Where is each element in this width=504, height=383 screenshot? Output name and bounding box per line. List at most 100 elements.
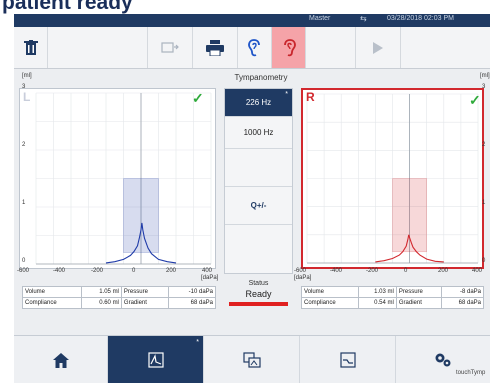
delete-button[interactable]: [14, 27, 48, 68]
table-row: Volume 1.05 ml Pressure -10 daPa: [21, 286, 217, 298]
left-xtick-400: 400: [202, 268, 213, 274]
left-x-unit: [daPa]: [201, 275, 219, 281]
export-button[interactable]: [148, 27, 193, 68]
left-check-icon: ✓: [192, 90, 204, 106]
right-ytick-1: 1: [482, 200, 486, 206]
export-icon: [161, 41, 179, 53]
right-ytick-2: 2: [482, 142, 486, 148]
page-banner: patient ready: [0, 0, 504, 14]
left-ear-icon: [247, 38, 260, 56]
play-button[interactable]: [356, 27, 401, 68]
nav-home[interactable]: [14, 336, 108, 383]
pressure-label: Pressure: [120, 286, 169, 298]
nav-curve[interactable]: [300, 336, 396, 383]
status-bar: Master ⇆ 03/28/2018 02:03 PM: [14, 14, 490, 27]
tympanometry-title: Tympanometry: [234, 73, 288, 82]
settings-icon: [435, 353, 451, 367]
nav-active-marker: *: [196, 339, 199, 346]
empty-slot-1: [225, 149, 292, 187]
brand-label: touchTymp: [456, 370, 486, 376]
right-xtick-0: 0: [404, 268, 408, 274]
left-ear-button[interactable]: [238, 27, 272, 68]
right-xtick-600n: -600: [294, 268, 307, 274]
volume-label: Volume: [21, 286, 83, 298]
right-ytick-0: 0: [482, 258, 486, 264]
frequency-panel: 226 Hz * 1000 Hz Q+/-: [224, 88, 293, 274]
right-y-unit: [ml]: [480, 73, 490, 79]
nav-compare[interactable]: [204, 336, 300, 383]
curve-icon: [339, 352, 356, 368]
right-xtick-400: 400: [472, 268, 483, 274]
toolbar: [14, 27, 490, 69]
left-ytick-1: 1: [22, 200, 26, 206]
mode-label: Master: [309, 15, 331, 22]
left-ear-chart-panel: [19, 88, 216, 269]
table-row: Volume 1.03 ml Pressure -8 daPa: [301, 286, 485, 298]
right-xtick-200n: -200: [366, 268, 379, 274]
compliance-value: 0.60 ml: [81, 297, 122, 309]
play-icon: [373, 41, 383, 54]
home-icon: [52, 352, 69, 368]
left-xtick-200: 200: [166, 268, 177, 274]
left-xtick-400n: -400: [53, 268, 66, 274]
banner-text: patient ready: [2, 0, 133, 14]
volume-value: 1.03 ml: [357, 286, 397, 298]
gradient-value: 68 daPa: [167, 297, 217, 309]
pressure-value: -10 daPa: [167, 286, 217, 298]
normal-region: [392, 178, 428, 253]
gradient-value: 68 daPa: [440, 297, 485, 309]
right-check-icon: ✓: [469, 92, 481, 108]
right-xtick-200: 200: [438, 268, 449, 274]
left-y-unit: [ml]: [22, 73, 32, 79]
right-xtick-400n: -400: [330, 268, 343, 274]
pressure-label: Pressure: [395, 286, 442, 298]
empty-slot-2: [225, 225, 292, 273]
right-ytick-3: 3: [482, 84, 486, 90]
volume-value: 1.05 ml: [81, 286, 122, 298]
table-row: Compliance 0.54 ml Gradient 68 daPa: [301, 297, 485, 309]
left-measurements: Volume 1.05 ml Pressure -10 daPa Complia…: [21, 286, 217, 309]
left-ear-tag: L: [23, 90, 31, 104]
pressure-value: -8 daPa: [440, 286, 485, 298]
right-ear-button[interactable]: [272, 27, 306, 68]
compliance-label: Compliance: [21, 297, 83, 309]
freq-1000-label: 1000 Hz: [243, 128, 274, 137]
left-ear-chart: [35, 92, 212, 265]
usb-icon: ⇆: [360, 14, 367, 23]
trash-icon: [23, 39, 38, 55]
normal-region: [123, 178, 159, 253]
zoom-button[interactable]: Q+/-: [225, 187, 292, 225]
right-ear-chart-panel: [301, 88, 484, 269]
table-row: Compliance 0.60 ml Gradient 68 daPa: [21, 297, 217, 309]
device-screen: Master ⇆ 03/28/2018 02:03 PM [ml] L ✓ 3 …: [14, 14, 490, 383]
toolbar-spacer-3: [401, 27, 490, 68]
compare-icon: [242, 352, 261, 368]
right-ear-tag: R: [306, 90, 315, 104]
freq-226-marker: *: [285, 91, 288, 98]
left-ytick-3: 3: [22, 84, 26, 90]
left-xtick-0: 0: [132, 268, 136, 274]
tympanometry-icon: [147, 352, 164, 368]
printer-icon: [206, 39, 224, 56]
zoom-icon: Q+/-: [250, 201, 267, 210]
bottom-nav: *: [14, 335, 490, 383]
left-ytick-2: 2: [22, 142, 26, 148]
freq-226-button[interactable]: 226 Hz *: [225, 89, 292, 117]
nav-tympanometry[interactable]: *: [108, 336, 204, 383]
status-value: Ready: [245, 289, 272, 299]
left-ytick-0: 0: [22, 258, 26, 264]
right-x-unit: [daPa]: [294, 275, 312, 281]
right-ear-chart: [306, 93, 479, 264]
left-xtick-600n: -600: [17, 268, 30, 274]
left-xtick-200n: -200: [91, 268, 104, 274]
freq-1000-button[interactable]: 1000 Hz: [225, 117, 292, 149]
right-measurements: Volume 1.03 ml Pressure -8 daPa Complian…: [301, 286, 485, 309]
status-label: Status: [248, 280, 269, 287]
gradient-label: Gradient: [395, 297, 442, 309]
right-ear-icon: [283, 38, 296, 56]
status-indicator-bar: [229, 302, 288, 306]
compliance-value: 0.54 ml: [357, 297, 397, 309]
compliance-label: Compliance: [301, 297, 359, 309]
print-button[interactable]: [193, 27, 238, 68]
toolbar-spacer-2: [306, 27, 356, 68]
